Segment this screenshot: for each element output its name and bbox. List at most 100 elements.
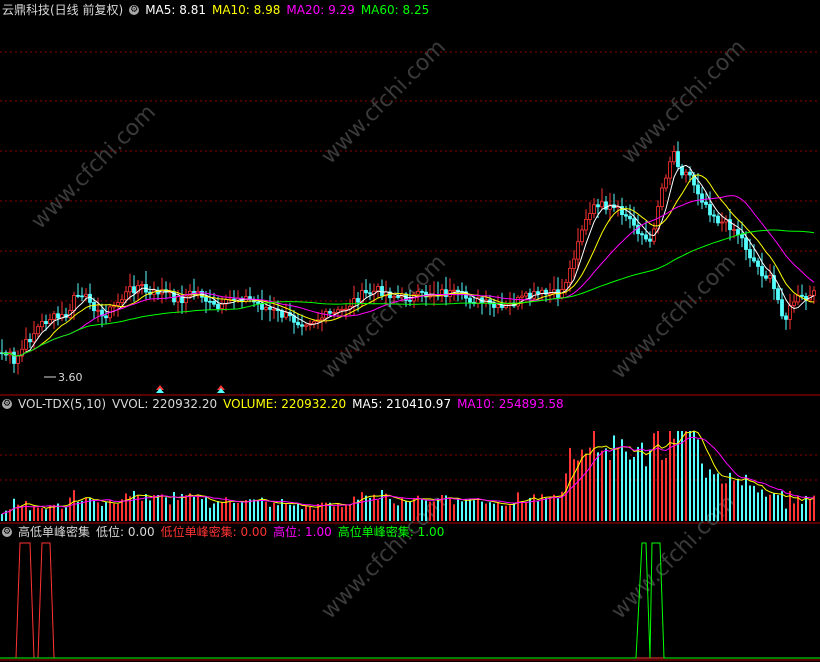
candle-body (648, 238, 652, 242)
volume-bar (741, 485, 743, 521)
candle-body (356, 298, 360, 303)
candle-body (732, 229, 736, 231)
candle-body (592, 204, 596, 214)
volume-bar (701, 463, 703, 521)
candle-body (80, 295, 84, 298)
vol-ma10-value: MA10: 254893.58 (457, 397, 564, 411)
candle-body (720, 221, 724, 224)
stock-chart[interactable]: www.cfchi.com www.cfchi.com www.cfchi.com w… (0, 0, 820, 662)
volume-bar (13, 498, 15, 521)
volume-bar (273, 502, 275, 521)
volume-bar (797, 495, 799, 521)
candle-body (416, 291, 420, 295)
volume-bar (165, 497, 167, 521)
candle-body (792, 301, 796, 306)
candle-body (396, 296, 400, 298)
volume-bar (697, 439, 699, 521)
gear-icon[interactable]: ⚙ (129, 5, 140, 15)
volume-bar (513, 502, 515, 521)
volume-bar (653, 433, 655, 521)
volume-bar (501, 505, 503, 521)
candle-body (812, 290, 816, 297)
volume-bar (449, 498, 451, 521)
volume-bar (773, 493, 775, 521)
volume-bar (573, 459, 575, 521)
candle-body (576, 241, 580, 260)
high-value: 高位: 1.00 (273, 525, 332, 539)
volume-bar (753, 485, 755, 521)
volume-bar (373, 494, 375, 521)
volume-legend: ⚙ VOL-TDX(5,10) VVOL: 220932.20 VOLUME: … (0, 396, 564, 412)
volume-bar (725, 483, 727, 521)
candle-body (24, 338, 28, 350)
gear-icon[interactable]: ⚙ (2, 399, 12, 409)
volume-bar (217, 501, 219, 521)
volume-value: VOLUME: 220932.20 (223, 397, 347, 411)
volume-bar (733, 480, 735, 521)
candle-body (256, 301, 260, 304)
candle-body (584, 219, 588, 231)
volume-bar (777, 495, 779, 521)
volume-bar (381, 489, 383, 521)
candle-body (124, 291, 128, 301)
volume-ma10-line (1, 436, 815, 515)
candle-body (680, 166, 684, 176)
volume-bar (629, 459, 631, 521)
volume-bar (221, 502, 223, 521)
volume-bar (469, 498, 471, 521)
candle-body (776, 288, 780, 301)
candle-body (572, 258, 576, 269)
volume-bar (45, 509, 47, 521)
candle-body (284, 312, 288, 318)
volume-bar (385, 493, 387, 521)
candle-body (312, 321, 316, 325)
candle-body (208, 300, 212, 303)
low-peak-value: 低位单峰密集: 0.00 (160, 525, 268, 539)
volume-bar (177, 499, 179, 521)
volume-bar (609, 460, 611, 521)
candle-body (104, 315, 108, 319)
ma10-value: MA10: 8.98 (211, 3, 281, 17)
volume-bar (281, 499, 283, 521)
candle-body (664, 177, 668, 189)
volume-bar (213, 503, 215, 521)
candle-body (264, 307, 268, 310)
candle-body (420, 291, 424, 293)
volume-bar (261, 497, 263, 521)
volume-bar (253, 499, 255, 521)
volume-bar (593, 431, 595, 521)
candle-body (96, 309, 100, 312)
volume-bars (1, 430, 815, 521)
volume-bar (105, 502, 107, 521)
volume-bar (577, 460, 579, 521)
volume-bar (153, 495, 155, 521)
candle-body (784, 315, 788, 320)
candle-body (12, 351, 16, 364)
candle-body (768, 275, 772, 279)
volume-bar (625, 451, 627, 521)
volume-bar (125, 493, 127, 521)
volume-bar (617, 449, 619, 521)
volume-bar (333, 506, 335, 521)
volume-bar (673, 438, 675, 521)
volume-bar (349, 504, 351, 521)
candle-body (368, 292, 372, 295)
candle-body (268, 307, 272, 310)
volume-bar (133, 490, 135, 521)
volume-bar (361, 492, 363, 521)
volume-bar (429, 501, 431, 521)
volume-bar (545, 498, 547, 521)
volume-bar (569, 447, 571, 521)
candle-body (640, 233, 644, 236)
volume-bar (305, 505, 307, 521)
candle-body (780, 299, 784, 317)
candle-body (40, 321, 44, 328)
candle-body (568, 267, 572, 283)
volume-bar (65, 506, 67, 521)
volume-bar (401, 497, 403, 521)
candle-body (36, 326, 40, 335)
gear-icon[interactable]: ⚙ (2, 527, 12, 537)
moving-average-lines (1, 164, 815, 357)
volume-bar (293, 505, 295, 521)
volume-bar (705, 477, 707, 521)
